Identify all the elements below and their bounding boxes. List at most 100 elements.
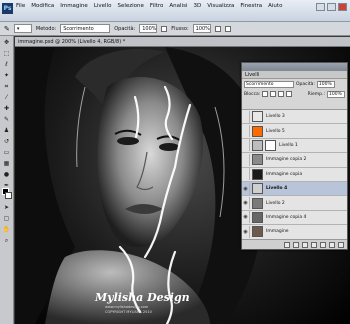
lock-row: Blocca: Riemp.: 100% <box>242 89 347 99</box>
history-brush-tool-icon[interactable]: ↺ <box>2 137 12 146</box>
eraser-tool-icon[interactable]: ▭ <box>2 148 12 157</box>
menu-immagine[interactable]: Immagine <box>60 3 88 9</box>
layer-name: Livello 1 <box>279 142 298 148</box>
eye-icon[interactable]: ◉ <box>242 182 250 195</box>
eye-icon[interactable]: ◉ <box>242 211 250 224</box>
menu-visualizza[interactable]: Visualizza <box>207 3 234 9</box>
layer-row[interactable]: ◉ Immagine <box>242 225 347 239</box>
layers-tab[interactable]: Livelli <box>242 71 347 79</box>
layer-row[interactable]: ◉ Livello 2 <box>242 196 347 211</box>
layer-thumbnail <box>252 197 263 209</box>
photoshop-logo: Ps <box>2 3 13 14</box>
blend-row: Scorrimento Opacità: 100% <box>242 79 347 89</box>
menu-list: File Modifica Immagine Livello Selezione… <box>16 3 282 9</box>
layer-name: Livello 3 <box>266 114 285 120</box>
lasso-tool-icon[interactable]: ℓ <box>2 60 12 69</box>
layer-row[interactable]: Livello 1 <box>242 139 347 154</box>
pressure-size-toggle[interactable] <box>224 25 231 32</box>
delete-layer-icon[interactable] <box>338 241 344 248</box>
layer-thumbnail <box>252 168 263 180</box>
minimize-button[interactable] <box>316 3 325 11</box>
brush-preset-picker[interactable]: ▾ <box>13 24 32 33</box>
opacity-label: Opacità: <box>114 25 136 32</box>
layer-row[interactable]: Livello 3 <box>242 110 347 125</box>
fill-field[interactable]: 100% <box>327 90 345 98</box>
gradient-tool-icon[interactable]: ▦ <box>2 159 12 168</box>
layer-list: Livello 3 Livello 5 Livello 1 Immagine c… <box>242 109 347 239</box>
path-selection-tool-icon[interactable]: ➤ <box>2 203 12 212</box>
visibility-toggle[interactable] <box>242 125 250 138</box>
visibility-toggle[interactable] <box>242 168 250 181</box>
watermark-title: Mylisha Design <box>95 291 190 304</box>
menu-aiuto[interactable]: Aiuto <box>268 3 282 9</box>
move-tool-icon[interactable]: ✥ <box>2 38 12 47</box>
menu-bar: Ps File Modifica Immagine Livello Selezi… <box>0 0 350 22</box>
eye-icon[interactable]: ◉ <box>242 197 250 210</box>
layer-name: Immagine copia 4 <box>266 214 307 220</box>
new-layer-icon[interactable] <box>329 241 335 248</box>
menu-filtro[interactable]: Filtro <box>150 3 163 9</box>
lock-label: Blocca: <box>244 91 261 97</box>
menu-3d[interactable]: 3D <box>193 3 201 9</box>
layer-name: Immagine <box>266 229 289 235</box>
menu-analisi[interactable]: Analisi <box>169 3 187 9</box>
method-label: Metodo: <box>35 25 57 32</box>
visibility-toggle[interactable] <box>242 110 250 123</box>
menu-finestra[interactable]: Finestra <box>240 3 262 9</box>
options-bar: ✎ ▾ Metodo: Scorrimento Opacità: 100% Fl… <box>0 22 350 36</box>
layer-row[interactable]: Immagine copia <box>242 168 347 182</box>
lock-pixels-icon[interactable] <box>270 91 277 97</box>
clone-stamp-tool-icon[interactable]: ♟ <box>2 126 12 135</box>
layer-row[interactable]: Immagine copia 2 <box>242 153 347 168</box>
menu-file[interactable]: File <box>16 3 25 9</box>
magic-wand-tool-icon[interactable]: ✦ <box>2 71 12 80</box>
layer-name: Livello 2 <box>266 200 285 206</box>
layer-thumbnail <box>252 211 263 223</box>
opacity-field[interactable]: 100% <box>139 24 158 33</box>
airbrush-toggle[interactable] <box>214 25 221 32</box>
shape-tool-icon[interactable]: ▢ <box>2 214 12 223</box>
visibility-toggle[interactable] <box>242 153 250 166</box>
layers-panel: Livelli Scorrimento Opacità: 100% Blocca… <box>241 62 348 250</box>
new-group-icon[interactable] <box>320 241 326 248</box>
layer-row[interactable]: Livello 5 <box>242 124 347 139</box>
flow-label: Flusso: <box>171 25 189 32</box>
crop-tool-icon[interactable]: ⌗ <box>2 82 12 91</box>
method-select[interactable]: Scorrimento <box>60 24 111 33</box>
zoom-tool-icon[interactable]: ⌕ <box>2 236 12 245</box>
blend-mode-select[interactable]: Scorrimento <box>244 80 294 88</box>
lock-all-icon[interactable] <box>286 91 293 97</box>
eyedropper-tool-icon[interactable]: ⁄ <box>2 93 12 102</box>
marquee-tool-icon[interactable]: ⬚ <box>2 49 12 58</box>
menu-selezione[interactable]: Selezione <box>117 3 143 9</box>
background-color-swatch[interactable] <box>5 192 12 199</box>
layer-row-selected[interactable]: ◉ Livello 4 <box>242 181 347 197</box>
layer-thumbnail <box>252 139 263 151</box>
dodge-tool-icon[interactable]: ● <box>2 170 12 179</box>
lock-transparency-icon[interactable] <box>262 91 269 97</box>
adjustment-layer-icon[interactable] <box>311 241 317 248</box>
menu-modifica[interactable]: Modifica <box>31 3 54 9</box>
layers-panel-titlebar[interactable] <box>242 63 347 71</box>
eye-icon[interactable]: ◉ <box>242 225 250 238</box>
brush-tool-icon[interactable]: ✎ <box>2 115 12 124</box>
flow-field[interactable]: 100% <box>192 24 211 33</box>
pressure-opacity-toggle[interactable] <box>161 25 168 32</box>
healing-brush-tool-icon[interactable]: ✚ <box>2 104 12 113</box>
tools-panel: ✥ ⬚ ℓ ✦ ⌗ ⁄ ✚ ✎ ♟ ↺ ▭ ▦ ● ✒ T ➤ ▢ ✋ ⌕ <box>0 36 14 324</box>
smudge-tool-icon[interactable]: ✎ <box>4 25 10 33</box>
document-tab[interactable]: immagine.psd @ 200% (Livello 4, RGB/8) * <box>15 37 350 47</box>
visibility-toggle[interactable] <box>242 139 250 152</box>
lock-position-icon[interactable] <box>278 91 285 97</box>
menu-livello[interactable]: Livello <box>94 3 112 9</box>
close-button[interactable] <box>338 3 347 11</box>
add-mask-icon[interactable] <box>302 241 308 248</box>
layer-opacity-field[interactable]: 100% <box>316 80 335 88</box>
watermark-copyright: COPYRIGHT MYLISHA 2010 <box>105 310 152 314</box>
maximize-button[interactable] <box>327 3 336 11</box>
layer-style-icon[interactable] <box>293 241 299 248</box>
link-layers-icon[interactable] <box>284 241 290 248</box>
layers-panel-footer <box>242 239 347 249</box>
hand-tool-icon[interactable]: ✋ <box>2 225 12 234</box>
layer-row[interactable]: ◉ Immagine copia 4 <box>242 211 347 226</box>
